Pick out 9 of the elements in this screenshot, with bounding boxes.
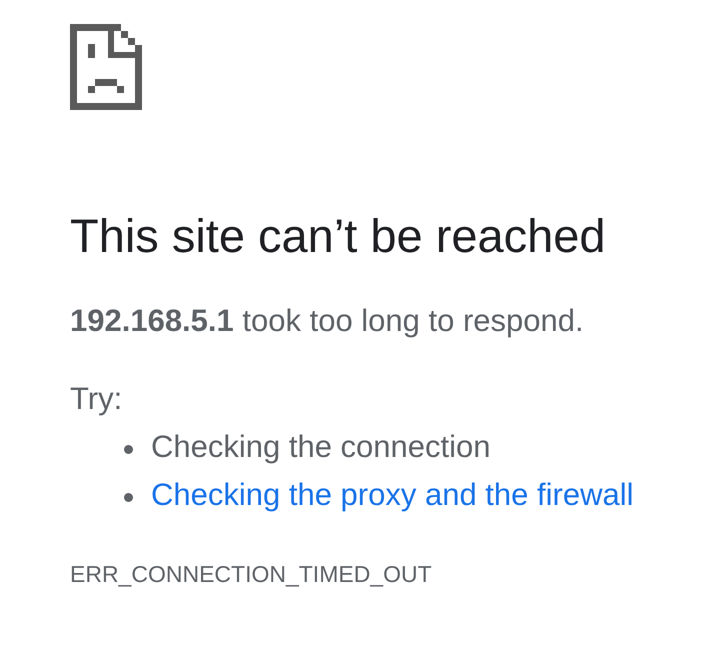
- suggestions-label: Try:: [70, 380, 122, 418]
- suggestion-text: Checking the connection: [151, 428, 491, 466]
- bullet-icon: [124, 492, 133, 502]
- suggestion-link[interactable]: Checking the proxy and the firewall: [151, 471, 634, 519]
- error-code: ERR_CONNECTION_TIMED_OUT: [70, 560, 432, 588]
- bullet-icon: [124, 444, 133, 454]
- error-message: 192.168.5.1 took too long to respond.: [70, 302, 584, 340]
- page-title: This site can’t be reached: [70, 208, 606, 264]
- sad-page-icon: [70, 24, 142, 110]
